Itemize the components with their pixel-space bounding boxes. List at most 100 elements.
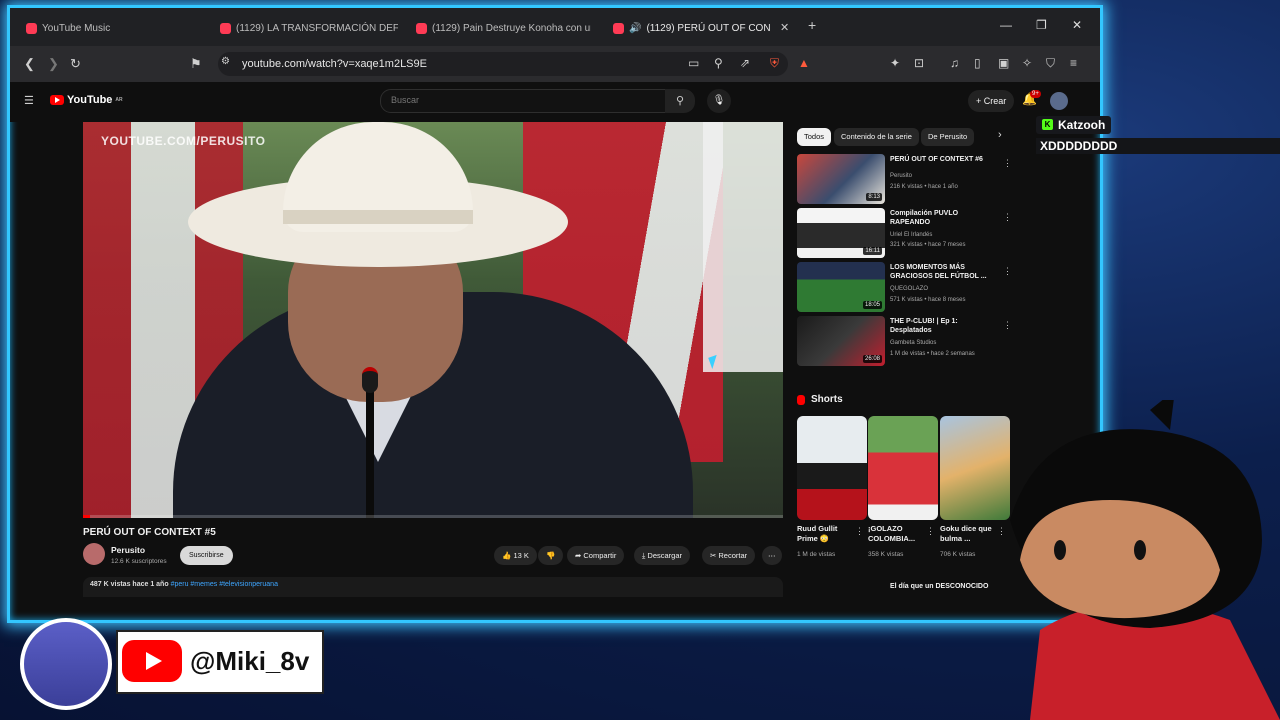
hamburger-menu-icon[interactable]: ☰ — [24, 94, 34, 107]
minimize-icon[interactable]: — — [1000, 18, 1012, 32]
microphone-stand — [366, 372, 374, 518]
more-options-icon[interactable]: ⋮ — [1003, 266, 1012, 277]
tab-pain-konoha[interactable]: (1129) Pain Destruye Konoha con ur — [416, 18, 591, 38]
address-bar-row: ❮ ❯ ↻ ⚑ ⚙ youtube.com/watch?v=xaqe1m2LS9… — [10, 46, 1100, 82]
description-line: 487 K vistas hace 1 año #peru #memes #te… — [90, 581, 278, 588]
create-button[interactable]: + Crear — [968, 90, 1015, 112]
video-player[interactable]: YOUTUBE.COM/PERUSITO — [83, 122, 783, 518]
recommendation-meta: 1 M de vistas • hace 2 semanas — [890, 351, 975, 357]
clip-label: Recortar — [718, 551, 748, 560]
site-info-icon[interactable]: ⚙ — [221, 56, 230, 67]
recommendation-title: THE P-CLUB! | Ep 1: Desplatados — [890, 318, 958, 334]
kick-icon: K — [1042, 119, 1053, 130]
logo-text: YouTube — [67, 94, 113, 106]
social-handle-box: @Miki_8v — [116, 630, 324, 694]
chevron-right-icon[interactable]: › — [998, 129, 1002, 141]
short-title[interactable]: Goku dice que bulma ... — [940, 524, 1002, 544]
create-label: Crear — [983, 96, 1007, 106]
brave-shield-icon[interactable]: ⛨ — [770, 56, 779, 71]
sidebar-icon[interactable]: ▯ — [974, 56, 981, 70]
url-text[interactable]: youtube.com/watch?v=xaqe1m2LS9E — [242, 58, 427, 70]
youtube-logo-icon — [122, 640, 182, 682]
new-tab-button[interactable]: + — [808, 17, 816, 33]
next-recommendation-title[interactable]: El día que un DESCONOCIDO — [890, 583, 988, 590]
youtube-icon — [416, 22, 427, 34]
cast-icon[interactable]: ▭ — [688, 56, 699, 70]
scissors-icon: ✂ — [710, 551, 717, 560]
hashtags[interactable]: #peru #memes #televisionperuana — [171, 581, 278, 588]
menu-icon[interactable]: ≡ — [1070, 56, 1077, 70]
youtube-music-icon — [26, 22, 37, 34]
more-options-icon[interactable]: ⋮ — [855, 526, 864, 537]
chip-todos[interactable]: Todos — [797, 128, 832, 146]
video-progress-bar[interactable] — [83, 515, 783, 518]
extensions-icon[interactable]: ✦ — [890, 56, 900, 70]
restore-icon[interactable]: ❐ — [1036, 18, 1047, 32]
subscribe-button[interactable]: Suscribirse — [180, 546, 233, 565]
wallet-icon[interactable]: ▣ — [998, 56, 1009, 70]
search-button[interactable]: ⚲ — [665, 89, 695, 113]
more-options-icon[interactable]: ⋮ — [926, 526, 935, 537]
video-title: PERÚ OUT OF CONTEXT #5 — [83, 527, 216, 538]
recommendation-item[interactable]: 8:13 PERÚ OUT OF CONTEXT #6 Perusito 216… — [797, 154, 1017, 206]
like-button[interactable]: 👍 13 K — [494, 546, 537, 565]
forward-icon[interactable]: ❯ — [48, 56, 59, 72]
close-tab-icon[interactable]: ✕ — [780, 21, 789, 34]
chip-de-perusito[interactable]: De Perusito — [921, 128, 975, 146]
recommendation-item[interactable]: 16:11 Compilación PUVLO RAPEANDO Uriel E… — [797, 208, 1017, 260]
share-button[interactable]: ➦ Compartir — [567, 546, 625, 565]
avatar-eye — [1054, 540, 1066, 560]
short-title[interactable]: ¡GOLAZO COLOMBIA... — [868, 524, 930, 544]
more-actions-button[interactable]: ⋯ — [762, 546, 782, 565]
brave-rewards-icon[interactable]: ▲ — [798, 56, 810, 70]
video-thumbnail: 26:08 — [797, 316, 885, 366]
chat-message: XDDDDDDDD — [1036, 137, 1280, 154]
short-title[interactable]: Ruud Gullit Prime 😳 — [797, 524, 859, 544]
leo-ai-icon[interactable]: ✧ — [1022, 56, 1032, 70]
voice-search-button[interactable]: 🎙 — [707, 89, 731, 113]
avatar-hair-spike — [1150, 400, 1174, 430]
tab-label: YouTube Music — [42, 22, 111, 34]
back-icon[interactable]: ❮ — [24, 56, 35, 72]
recommendation-item[interactable]: 18:05 LOS MOMENTOS MÁS GRACIOSOS DEL FÚT… — [797, 262, 1017, 314]
youtube-icon — [613, 22, 624, 34]
more-options-icon[interactable]: ⋮ — [1003, 158, 1012, 169]
video-thumbnail: 18:05 — [797, 262, 885, 312]
recommendation-item[interactable]: 26:08 THE P-CLUB! | Ep 1: Desplatados Ga… — [797, 316, 1017, 368]
more-options-icon[interactable]: ⋮ — [1003, 320, 1012, 331]
more-options-icon[interactable]: ⋮ — [1003, 212, 1012, 223]
youtube-play-icon — [50, 95, 64, 105]
close-window-icon[interactable]: ✕ — [1072, 18, 1082, 32]
reload-icon[interactable]: ↻ — [70, 56, 81, 72]
dislike-button[interactable]: 👎 — [538, 546, 564, 565]
vpn-icon[interactable]: ⛉ — [1046, 56, 1055, 71]
tab-label: (1129) PERÚ OUT OF CONTEX — [646, 22, 770, 34]
region-label: AR — [115, 97, 123, 103]
tab-transformacion[interactable]: (1129) LA TRANSFORMACIÓN DEFIN — [220, 18, 398, 38]
short-thumbnail[interactable] — [868, 416, 938, 520]
duration-badge: 16:11 — [863, 247, 882, 255]
short-thumbnail[interactable] — [797, 416, 867, 520]
channel-name[interactable]: Perusito — [111, 545, 145, 555]
chat-username-badge: K Katzooh — [1036, 115, 1112, 134]
recommendation-channel: Perusito — [890, 173, 913, 179]
zoom-icon[interactable]: ⚲ — [714, 56, 723, 70]
music-icon[interactable]: ♫ — [950, 56, 959, 70]
shorts-icon — [797, 394, 805, 405]
bookmark-icon[interactable]: ⚑ — [190, 56, 202, 72]
youtube-logo[interactable]: YouTube AR — [50, 94, 123, 106]
share-icon[interactable]: ⇗ — [740, 56, 750, 70]
chip-contenido-serie[interactable]: Contenido de la serie — [834, 128, 919, 146]
tab-youtube-music[interactable]: YouTube Music — [26, 18, 196, 38]
tab-peru-out-of-context[interactable]: 🔊 (1129) PERÚ OUT OF CONTEX — [613, 18, 770, 38]
clip-button[interactable]: ✂ Recortar — [702, 546, 756, 565]
download-button[interactable]: ⤓ Descargar — [634, 546, 691, 565]
search-input[interactable]: Buscar — [380, 89, 666, 113]
share-label: Compartir — [583, 551, 617, 560]
video-watermark: YOUTUBE.COM/PERUSITO — [101, 134, 266, 148]
download-label: Descargar — [647, 551, 683, 560]
views-and-date: 487 K vistas hace 1 año — [90, 581, 169, 588]
screenshot-icon[interactable]: ⊡ — [914, 56, 924, 70]
account-avatar[interactable] — [1050, 92, 1068, 110]
channel-avatar[interactable] — [83, 543, 105, 565]
